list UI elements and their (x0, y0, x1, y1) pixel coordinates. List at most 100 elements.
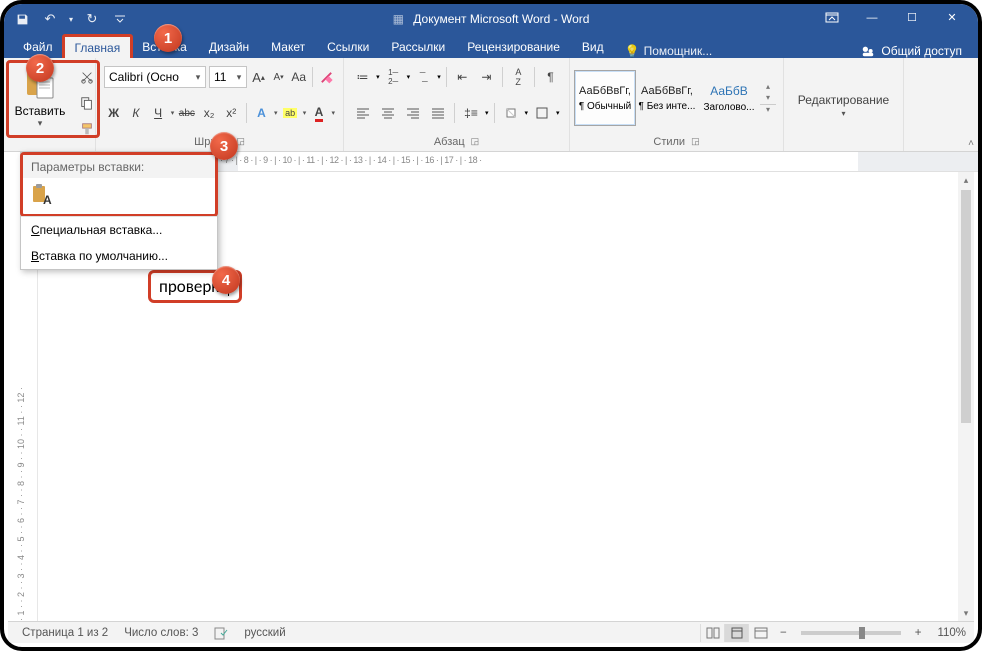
undo-icon[interactable]: ↶ (38, 7, 62, 31)
bold-icon[interactable]: Ж (104, 102, 123, 124)
read-mode-icon[interactable] (700, 624, 724, 642)
font-size-combo[interactable]: ▾ (209, 66, 247, 88)
zoom-in-button[interactable]: + (907, 627, 930, 639)
close-icon[interactable]: ✕ (932, 3, 972, 33)
maximize-icon[interactable]: ☐ (892, 3, 932, 33)
borders-icon[interactable] (531, 102, 553, 124)
styles-gallery-more[interactable]: ▴ ▾ ▾ (760, 82, 776, 114)
align-center-icon[interactable] (377, 102, 399, 124)
tab-view[interactable]: Вид (571, 35, 615, 59)
scroll-down-icon[interactable]: ▾ (958, 605, 974, 621)
increase-indent-icon[interactable]: ⇥ (476, 66, 497, 88)
numbering-icon[interactable]: 1─2─ (383, 66, 404, 88)
change-case-icon[interactable]: Aa (290, 66, 307, 88)
dialog-launcher-icon[interactable]: ◲ (471, 136, 480, 147)
save-icon[interactable] (10, 7, 34, 31)
lightbulb-icon: 💡 (625, 44, 640, 58)
chevron-down-icon[interactable]: ▾ (303, 109, 307, 117)
zoom-slider[interactable] (801, 631, 901, 635)
chevron-down-icon[interactable]: ▾ (274, 109, 278, 117)
vertical-scrollbar[interactable]: ▴ ▾ (958, 172, 974, 621)
chevron-down-icon[interactable]: ▾ (232, 72, 246, 83)
proofing-icon[interactable] (206, 626, 236, 640)
share-button[interactable]: Общий доступ (861, 44, 970, 58)
superscript-icon[interactable]: x² (222, 102, 241, 124)
align-left-icon[interactable] (352, 102, 374, 124)
tab-mailings[interactable]: Рассылки (380, 35, 456, 59)
highlight-icon[interactable]: ab (281, 102, 300, 124)
show-marks-icon[interactable]: ¶ (540, 66, 561, 88)
shrink-font-icon[interactable]: A▾ (270, 66, 287, 88)
style-heading1[interactable]: АаБбВ Заголово... (698, 70, 760, 126)
tab-references[interactable]: Ссылки (316, 35, 380, 59)
underline-icon[interactable]: Ч (148, 102, 167, 124)
print-layout-icon[interactable] (724, 624, 748, 642)
text-effects-icon[interactable]: A (252, 102, 271, 124)
copy-icon[interactable] (76, 92, 98, 114)
decrease-indent-icon[interactable]: ⇤ (452, 66, 473, 88)
italic-icon[interactable]: К (126, 102, 145, 124)
zoom-level[interactable]: 110% (929, 627, 968, 639)
chevron-down-icon[interactable]: ▾ (485, 109, 489, 117)
language-indicator[interactable]: русский (236, 627, 293, 639)
scroll-thumb[interactable] (961, 190, 971, 423)
align-right-icon[interactable] (402, 102, 424, 124)
chevron-down-icon[interactable]: ▾ (376, 73, 380, 81)
customize-qat-icon[interactable] (108, 7, 132, 31)
tellme-field[interactable]: 💡 Помощник... (625, 44, 713, 58)
font-color-icon[interactable]: A (309, 102, 328, 124)
page-indicator[interactable]: Страница 1 из 2 (14, 627, 116, 639)
minimize-icon[interactable]: — (852, 3, 892, 33)
zoom-slider-knob[interactable] (859, 627, 865, 639)
editing-label: Редактирование (798, 93, 889, 107)
chevron-down-icon[interactable]: ▾ (332, 109, 336, 117)
chevron-down-icon[interactable]: ▾ (437, 73, 441, 81)
shading-icon[interactable] (500, 102, 522, 124)
svg-text:A: A (43, 193, 52, 206)
strikethrough-icon[interactable]: abc (177, 102, 196, 124)
tab-review[interactable]: Рецензирование (456, 35, 571, 59)
chevron-down-icon[interactable]: ▾ (191, 72, 205, 83)
title-bar: ↶ ▾ ↻ ▦ Документ Microsoft Word - Word —… (4, 4, 978, 34)
chevron-down-icon[interactable]: ▾ (841, 109, 845, 118)
chevron-down-icon[interactable]: ▾ (407, 73, 411, 81)
cut-icon[interactable] (76, 66, 98, 88)
callout-4: 4 (212, 266, 240, 294)
dialog-launcher-icon[interactable]: ◲ (691, 136, 700, 147)
font-size-input[interactable] (210, 67, 232, 87)
chevron-down-icon[interactable]: ▾ (525, 109, 529, 117)
paste-special-item[interactable]: ССпециальная вставка...пециальная вставк… (21, 217, 217, 243)
tab-design[interactable]: Дизайн (198, 35, 260, 59)
justify-icon[interactable] (427, 102, 449, 124)
zoom-out-button[interactable]: − (772, 627, 795, 639)
multilevel-icon[interactable]: ─ ─ (413, 66, 434, 88)
collapse-ribbon-icon[interactable]: ˄ (968, 138, 974, 149)
callout-3: 3 (210, 132, 238, 160)
line-spacing-icon[interactable]: ‡≡ (460, 102, 482, 124)
style-normal[interactable]: АаБбВвГг, ¶ Обычный (574, 70, 636, 126)
undo-dropdown-icon[interactable]: ▾ (66, 7, 76, 31)
tab-home[interactable]: Главная (64, 36, 132, 59)
format-painter-icon[interactable] (76, 118, 98, 140)
word-count[interactable]: Число слов: 3 (116, 627, 206, 639)
paste-dropdown-icon[interactable]: ▾ (12, 118, 68, 129)
style-no-spacing[interactable]: АаБбВвГг, ¶ Без инте... (636, 70, 698, 126)
sort-icon[interactable]: AZ (508, 66, 529, 88)
paste-keep-text-only-icon[interactable]: A (29, 182, 55, 208)
web-layout-icon[interactable] (748, 624, 772, 642)
editing-group[interactable]: Редактирование ▾ (784, 58, 904, 151)
redo-icon[interactable]: ↻ (80, 7, 104, 31)
font-name-input[interactable] (105, 67, 191, 87)
tab-layout[interactable]: Макет (260, 35, 316, 59)
scroll-up-icon[interactable]: ▴ (958, 172, 974, 188)
subscript-icon[interactable]: x₂ (199, 102, 218, 124)
paste-default-item[interactable]: Вставка по умолчанию... (21, 243, 217, 269)
grow-font-icon[interactable]: A▴ (250, 66, 267, 88)
bullets-icon[interactable]: ≔ (352, 66, 373, 88)
clear-formatting-icon[interactable] (318, 66, 335, 88)
paragraph-group-label: Абзац (434, 136, 465, 148)
font-name-combo[interactable]: ▾ (104, 66, 206, 88)
chevron-down-icon[interactable]: ▾ (556, 109, 560, 117)
chevron-down-icon[interactable]: ▾ (171, 109, 175, 117)
ribbon-options-icon[interactable] (812, 3, 852, 33)
